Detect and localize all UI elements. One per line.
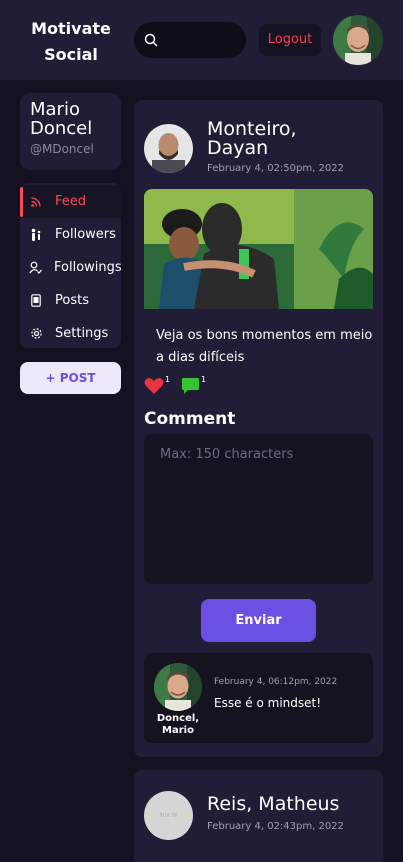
post-author-label: Monteiro, Dayan: [207, 118, 297, 159]
post-image[interactable]: [144, 189, 373, 309]
comment-author-name[interactable]: Doncel, Mario: [150, 713, 206, 737]
post-author-avatar[interactable]: Mix W: [144, 791, 193, 840]
post-card: Mix W Reis, Matheus February 4, 02:43pm,…: [134, 770, 383, 862]
comment-button[interactable]: 1: [181, 375, 207, 395]
search-icon: [144, 33, 158, 47]
post-date: February 4, 02:43pm, 2022: [207, 821, 344, 832]
profile-handle: @MDoncel: [30, 142, 94, 156]
post-author-name[interactable]: Reis, Matheus: [207, 795, 339, 814]
like-button[interactable]: 1: [144, 375, 171, 395]
rss-icon: [29, 195, 43, 209]
comment-item: Doncel, Mario February 4, 06:12pm, 2022 …: [144, 653, 373, 743]
header-avatar[interactable]: [333, 15, 383, 65]
top-header: Motivate Social Logout: [0, 0, 403, 80]
comment-author-avatar[interactable]: [154, 663, 202, 711]
sidebar-item-followings[interactable]: Followings: [20, 251, 122, 284]
comment-count: 1: [201, 375, 207, 384]
post-text: Veja os bons momentos em meio a dias dif…: [156, 328, 373, 365]
sidebar-item-label: Settings: [55, 326, 109, 341]
like-count: 1: [165, 375, 171, 384]
send-comment-button[interactable]: Enviar: [201, 599, 316, 642]
heart-icon: [144, 378, 164, 394]
logo-line-2: Social: [44, 45, 98, 64]
comment-input[interactable]: Max: 150 characters: [144, 434, 373, 584]
post-author-name[interactable]: Monteiro, Dayan: [207, 120, 317, 158]
profile-name: Mario Doncel: [30, 99, 93, 139]
sidebar-item-settings[interactable]: Settings: [20, 317, 121, 350]
sidebar-nav: Feed Followers Followings Posts Settings: [20, 183, 122, 350]
comment-icon: [182, 378, 199, 394]
new-post-button[interactable]: + POST: [20, 362, 121, 394]
comment-placeholder: Max: 150 characters: [160, 447, 294, 462]
sidebar-item-feed[interactable]: Feed: [20, 185, 121, 218]
sidebar-item-label: Posts: [55, 293, 89, 308]
post-author-avatar[interactable]: [144, 124, 193, 173]
gear-icon: [29, 327, 43, 341]
sidebar-item-label: Followers: [55, 227, 116, 242]
sidebar-item-posts[interactable]: Posts: [20, 284, 121, 317]
post-card: Monteiro, Dayan February 4, 02:50pm, 202…: [134, 100, 383, 757]
logo-line-1: Motivate: [31, 19, 111, 38]
followers-icon: [29, 228, 43, 242]
sidebar-item-label: Followings: [54, 260, 122, 275]
search-input[interactable]: [134, 22, 246, 58]
sidebar-item-label: Feed: [55, 194, 87, 209]
sidebar-item-followers[interactable]: Followers: [20, 218, 121, 251]
logout-button[interactable]: Logout: [259, 24, 321, 56]
comment-section-title: Comment: [144, 409, 236, 429]
post-date: February 4, 02:50pm, 2022: [207, 163, 344, 174]
app-logo[interactable]: Motivate Social: [18, 16, 124, 68]
comment-date: February 4, 06:12pm, 2022: [214, 677, 338, 687]
user-check-icon: [29, 261, 42, 275]
comment-text: Esse é o mindset!: [214, 696, 322, 710]
profile-card[interactable]: Mario Doncel @MDoncel: [20, 93, 121, 170]
posts-icon: [29, 294, 43, 308]
